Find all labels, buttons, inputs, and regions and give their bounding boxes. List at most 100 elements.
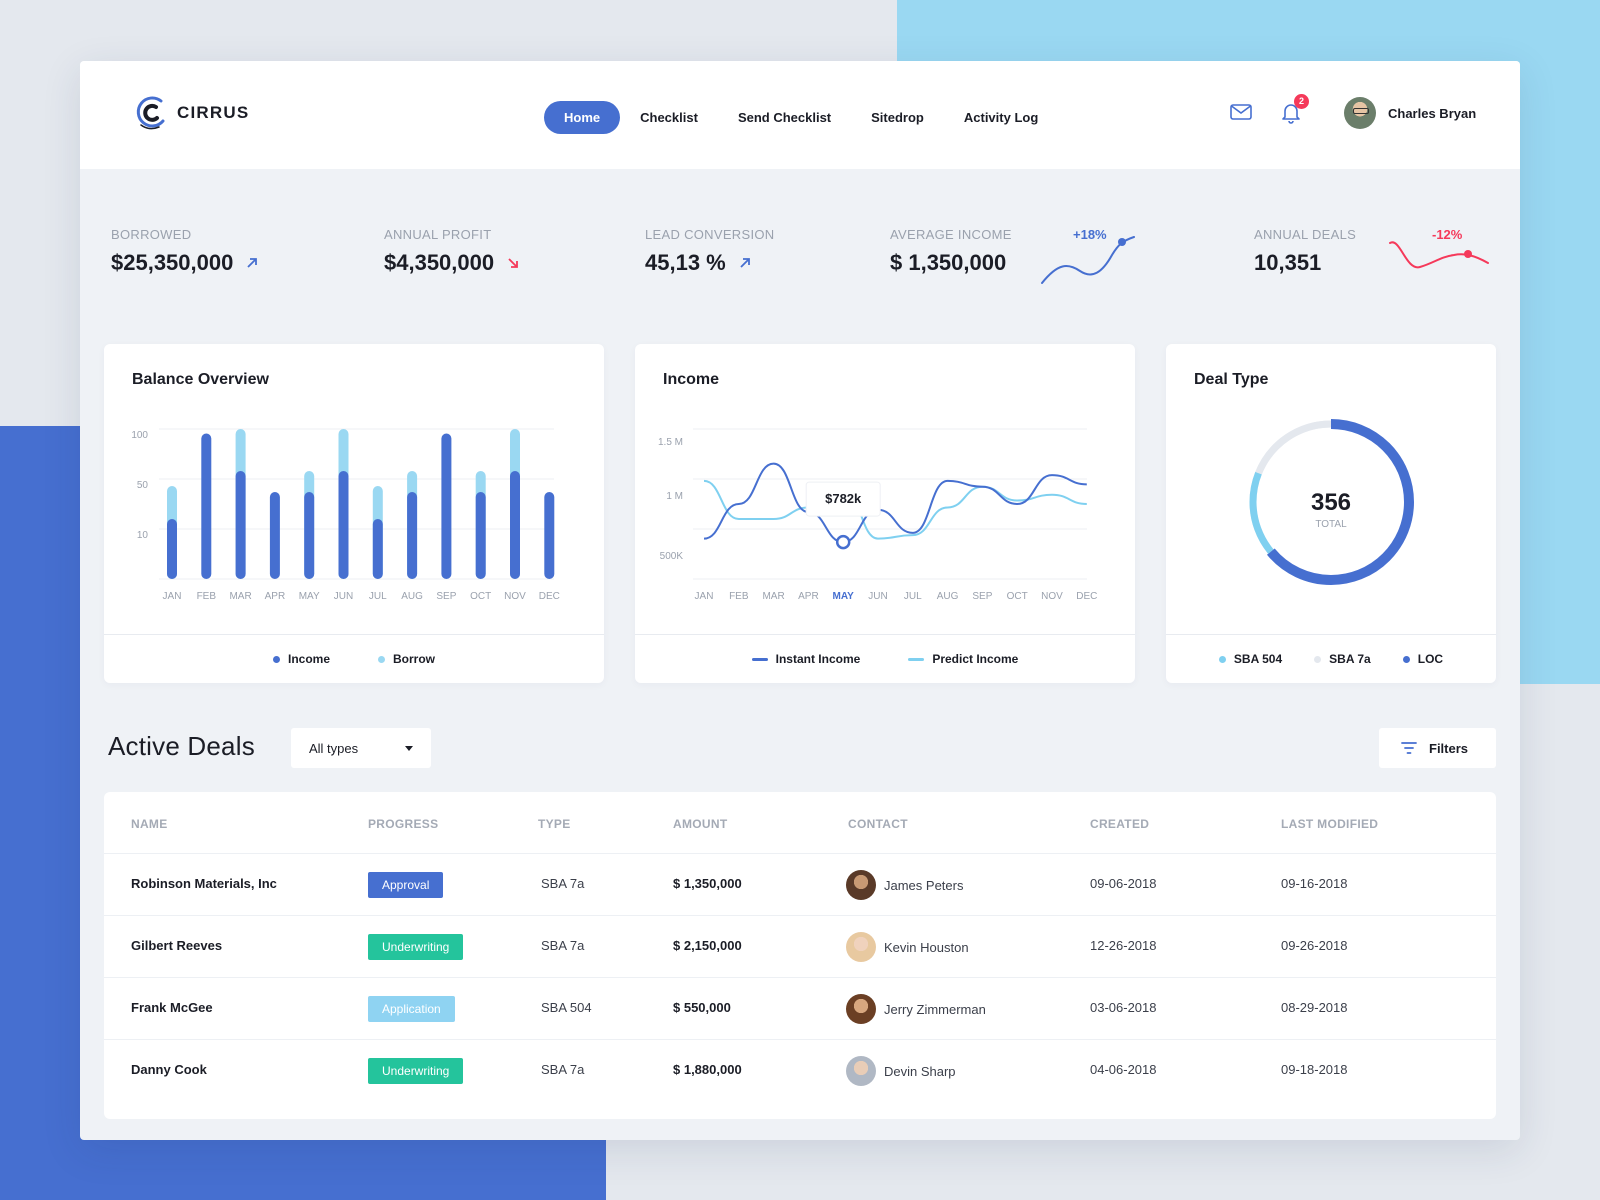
filter-icon (1401, 742, 1417, 754)
bar-income (269, 492, 280, 579)
bar-income (338, 471, 349, 579)
user-name: Charles Bryan (1388, 105, 1477, 121)
contact[interactable]: Jerry Zimmerman (846, 994, 986, 1024)
stat-lead-conversion: LEAD CONVERSION 45,13 % (645, 227, 774, 276)
legend-label: Instant Income (775, 652, 861, 666)
dot-icon (1218, 655, 1226, 663)
dot-icon (1314, 655, 1322, 663)
progress-badge: Underwriting (368, 1058, 464, 1084)
contact-name: Kevin Houston (884, 939, 969, 955)
deal-amount: $ 550,000 (673, 1000, 731, 1015)
bar-income (407, 492, 418, 579)
active-deals-title: Active Deals (108, 731, 255, 761)
tooltip-label: $782k (825, 491, 862, 506)
dot-icon (272, 655, 280, 663)
stat-value: 45,13 % (645, 250, 726, 275)
contact-avatar (846, 932, 876, 962)
dashboard-window: CIRRUS Home Checklist Send Checklist Sit… (80, 61, 1520, 1140)
created-date: 03-06-2018 (1090, 1000, 1157, 1015)
deal-type-select[interactable]: All types (291, 728, 431, 768)
contact[interactable]: James Peters (846, 870, 963, 900)
contact-name: Devin Sharp (884, 1063, 956, 1079)
x-tick-label: OCT (470, 591, 491, 602)
notifications-button[interactable]: 2 (1278, 94, 1309, 125)
deals-table: NAME PROGRESS TYPE AMOUNT CONTACT CREATE… (104, 792, 1496, 1119)
nav-sitedrop[interactable]: Sitedrop (851, 101, 944, 134)
select-value: All types (309, 740, 359, 756)
table-row[interactable]: Danny Cook Underwriting SBA 7a $ 1,880,0… (104, 1040, 1496, 1102)
series-instant-income (703, 462, 1087, 544)
contact[interactable]: Devin Sharp (846, 1056, 956, 1086)
y-tick-label: 1 M (666, 491, 683, 502)
y-tick-label: 50 (137, 480, 149, 491)
app-logo[interactable]: CIRRUS (135, 91, 249, 135)
stat-label: AVERAGE INCOME (890, 227, 1012, 242)
deal-type: SBA 7a (541, 876, 585, 891)
column-header-last-modified[interactable]: LAST MODIFIED (1281, 817, 1378, 831)
legend-sba-7a[interactable]: SBA 7a (1314, 652, 1371, 666)
contact[interactable]: Kevin Houston (846, 932, 969, 962)
filters-button[interactable]: Filters (1379, 728, 1496, 768)
legend-label: Income (287, 652, 330, 666)
mail-icon (1230, 104, 1252, 120)
legend-loc[interactable]: LOC (1402, 652, 1443, 666)
x-tick-label: JUN (868, 591, 887, 602)
legend-income[interactable]: Income (272, 652, 330, 666)
mail-button[interactable] (1228, 99, 1254, 125)
stat-borrowed: BORROWED $25,350,000 (111, 227, 259, 276)
user-menu[interactable]: Charles Bryan (1344, 97, 1476, 129)
x-tick-label: AUG (401, 591, 423, 602)
x-tick-label: JAN (163, 591, 182, 602)
table-row[interactable]: Frank McGee Application SBA 504 $ 550,00… (104, 978, 1496, 1040)
column-header-type[interactable]: TYPE (538, 817, 571, 831)
top-header: CIRRUS Home Checklist Send Checklist Sit… (80, 61, 1520, 169)
progress-badge: Approval (368, 872, 444, 898)
x-tick-label: DEC (539, 591, 560, 602)
table-row[interactable]: Gilbert Reeves Underwriting SBA 7a $ 2,1… (104, 916, 1496, 978)
stat-value: $25,350,000 (111, 250, 234, 275)
legend-instant-income[interactable]: Instant Income (751, 652, 861, 666)
stat-value-row: $25,350,000 (111, 250, 259, 276)
deal-type-card: Deal Type 356 TOTAL SBA 504 SBA 7a LOC (1166, 344, 1496, 683)
income-legend: Instant Income Predict Income (635, 644, 1135, 674)
bar-income (235, 471, 246, 579)
balance-overview-card: Balance Overview 100 50 10 JAN FEB MAR APR MAY J… (104, 344, 604, 683)
table-row[interactable]: Robinson Materials, Inc Approval SBA 7a … (104, 854, 1496, 916)
modified-date: 09-16-2018 (1281, 876, 1348, 891)
line-icon (908, 657, 925, 661)
stat-label: BORROWED (111, 227, 192, 242)
nav-home[interactable]: Home (544, 101, 621, 134)
stat-value-row: $ 1,350,000 (890, 250, 1012, 276)
progress-badge: Underwriting (368, 934, 464, 960)
contact-avatar (846, 994, 876, 1024)
column-header-name[interactable]: NAME (131, 817, 168, 831)
x-tick-label: APR (798, 591, 819, 602)
column-header-created[interactable]: CREATED (1090, 817, 1149, 831)
line-icon (751, 657, 768, 661)
bar-income (475, 492, 486, 579)
x-tick-label: OCT (1007, 591, 1028, 602)
user-avatar (1344, 97, 1376, 129)
contact-avatar (846, 870, 876, 900)
arrow-up-right-icon (247, 258, 258, 268)
legend-sba-504[interactable]: SBA 504 (1218, 652, 1283, 666)
x-tick-label: FEB (729, 591, 749, 602)
legend-label: SBA 504 (1233, 652, 1283, 666)
bar-income (304, 492, 315, 579)
column-header-contact[interactable]: CONTACT (848, 817, 908, 831)
stat-label: ANNUAL PROFIT (384, 227, 492, 242)
divider (635, 634, 1135, 635)
legend-borrow[interactable]: Borrow (378, 652, 435, 666)
stat-label: LEAD CONVERSION (645, 227, 775, 242)
legend-predict-income[interactable]: Predict Income (908, 652, 1018, 666)
nav-checklist[interactable]: Checklist (620, 101, 718, 134)
x-tick-label: JUN (334, 591, 353, 602)
x-tick-label: MAR (762, 591, 784, 602)
column-header-progress[interactable]: PROGRESS (368, 817, 438, 831)
nav-activity-log[interactable]: Activity Log (944, 101, 1058, 134)
progress-badge: Application (368, 996, 455, 1022)
filters-label: Filters (1429, 740, 1469, 756)
column-header-amount[interactable]: AMOUNT (673, 817, 727, 831)
stat-value: 10,351 (1254, 250, 1322, 275)
nav-send-checklist[interactable]: Send Checklist (718, 101, 851, 134)
